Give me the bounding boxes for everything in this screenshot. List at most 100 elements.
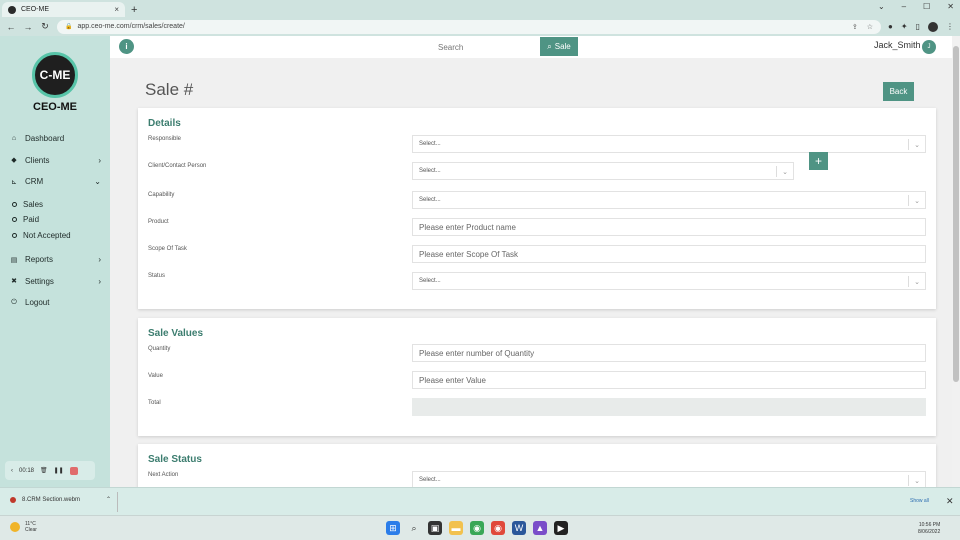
bullet-icon [12,217,17,223]
window-controls: ⌄ – ☐ ✕ [878,2,954,11]
download-item[interactable]: 8.CRM Section.webm ⌃ [10,496,111,503]
tab-close-icon[interactable]: × [114,5,119,14]
value-label: Value [148,373,163,379]
sidebar-item-label: Clients [25,155,50,165]
app-topbar: i ⌕ Sale Jack_Smith J [110,36,952,58]
submenu-label: Paid [23,215,40,225]
submenu-item-paid[interactable]: Paid [0,212,110,228]
taskbar-icons: ⊞ ⌕ ▣ ▬ ◉ ◉ W ▲ ▶ [386,521,568,535]
sidebar-item-crm[interactable]: ⊾ CRM ⌄ [0,171,110,193]
taskbar: 11°C Clear ⊞ ⌕ ▣ ▬ ◉ ◉ W ▲ ▶ 10:56 PM 8/… [0,515,960,540]
back-arrow-icon[interactable]: ← [6,22,16,32]
status-label: Status [148,273,166,279]
sidebar-item-logout[interactable]: ⏻ Logout [0,292,110,314]
chevron-right-icon: › [98,155,101,165]
sidepanel-icon[interactable]: ▯ [916,22,920,31]
search-input[interactable] [432,38,540,56]
user-name[interactable]: Jack_Smith [874,40,921,50]
total-field [412,398,926,416]
select-value: Select... [419,197,441,203]
sidebar-item-settings[interactable]: ✖ Settings › [0,271,110,293]
chevron-down-icon: ⌄ [776,166,793,177]
product-input[interactable]: Please enter Product name [412,218,926,236]
puzzle-icon[interactable]: ✦ [901,22,908,31]
file-explorer-icon[interactable]: ▬ [449,521,463,535]
extension-icon[interactable]: ● [888,22,893,31]
media-player-icon[interactable]: ▶ [554,521,568,535]
next-action-label: Next Action [148,472,179,478]
select-value: Select... [419,278,441,284]
sidebar-item-reports[interactable]: ▤ Reports › [0,249,110,271]
client-select[interactable]: Select... ⌄ [412,162,794,180]
url-text: app.ceo-me.com/crm/sales/create/ [77,23,185,30]
close-icon[interactable]: ✕ [946,496,954,507]
responsible-select[interactable]: Select... ⌄ [412,135,926,153]
search-button[interactable]: ⌕ Sale [540,37,578,56]
page-scrollbar[interactable] [952,36,960,487]
tab-title: CEO-ME [21,6,49,13]
page-title: Sale # [145,80,194,99]
browser-chrome: CEO-ME × + ⌄ – ☐ ✕ ← → ↻ 🔒 app.ceo-me.co… [0,0,960,36]
next-action-select[interactable]: Select... ⌄ [412,471,926,487]
trash-icon[interactable]: 🗑 [40,467,48,474]
home-icon: ⌂ [11,135,17,143]
profile-avatar[interactable] [928,21,938,32]
capability-select[interactable]: Select... ⌄ [412,191,926,209]
reload-icon[interactable]: ↻ [40,21,50,32]
browser-tab[interactable]: CEO-ME × [2,2,125,17]
pause-icon[interactable]: ❚❚ [54,467,64,474]
chevron-left-icon[interactable]: ‹ [11,468,13,474]
sale-status-heading: Sale Status [148,454,202,465]
add-client-button[interactable]: + [809,152,828,170]
back-button[interactable]: Back [883,82,914,101]
capability-label: Capability [148,192,175,198]
chrome-profile-icon[interactable]: ◉ [491,521,505,535]
menu-dots-icon[interactable]: ⋮ [946,22,954,31]
select-value: Select... [419,168,441,174]
star-icon[interactable]: ☆ [867,23,873,31]
show-all-link[interactable]: Show all [910,498,929,504]
windows-start-icon[interactable]: ⊞ [386,521,400,535]
sidebar-item-label: Settings [25,276,54,286]
new-tab-icon[interactable]: + [131,4,137,16]
weather-condition: Clear [25,527,37,533]
chevron-down-icon: ⌄ [908,195,925,206]
tab-search-icon[interactable]: ⌄ [878,2,885,11]
close-window-icon[interactable]: ✕ [947,2,954,11]
select-value: Select... [419,141,441,147]
search-icon[interactable]: ⌕ [407,521,421,535]
share-icon[interactable]: ⇪ [852,23,858,31]
address-bar[interactable]: 🔒 app.ceo-me.com/crm/sales/create/ ⇪ ☆ [57,19,882,34]
sidebar-item-dashboard[interactable]: ⌂ Dashboard [0,128,110,150]
weather-widget[interactable]: 11°C Clear [10,521,37,533]
scope-input[interactable]: Please enter Scope Of Task [412,245,926,263]
search-icon: ⌕ [547,41,552,51]
bullet-icon [12,232,17,238]
submenu-item-not-accepted[interactable]: Not Accepted [0,228,110,244]
scope-label: Scope Of Task [148,246,187,252]
extensions: ● ✦ ▯ ⋮ [888,21,954,32]
scrollbar-thumb[interactable] [953,46,959,382]
clock-time: 10:56 PM [918,522,941,528]
value-input[interactable]: Please enter Value [412,371,926,389]
main-content: Sale # Back Details Responsible Select..… [110,58,952,487]
maximize-icon[interactable]: ☐ [923,2,930,11]
product-label: Product [148,219,169,225]
sidebar-item-clients[interactable]: ◆ Clients › [0,150,110,172]
stop-icon[interactable] [69,466,78,475]
sale-values-card: Sale Values Quantity Please enter number… [138,318,936,436]
chevron-up-icon[interactable]: ⌃ [106,496,111,503]
info-button[interactable]: i [119,39,134,54]
task-view-icon[interactable]: ▣ [428,521,442,535]
word-icon[interactable]: W [512,521,526,535]
quantity-input[interactable]: Please enter number of Quantity [412,344,926,362]
submenu-item-sales[interactable]: Sales [0,197,110,213]
chevron-down-icon: ⌄ [908,139,925,150]
clock[interactable]: 10:56 PM 8/06/2022 [918,522,940,536]
avatar[interactable]: J [922,40,936,54]
minimize-icon[interactable]: – [902,2,906,11]
status-select[interactable]: Select... ⌄ [412,272,926,290]
app-icon[interactable]: ▲ [533,521,547,535]
forward-arrow-icon[interactable]: → [23,22,33,32]
chrome-icon[interactable]: ◉ [470,521,484,535]
